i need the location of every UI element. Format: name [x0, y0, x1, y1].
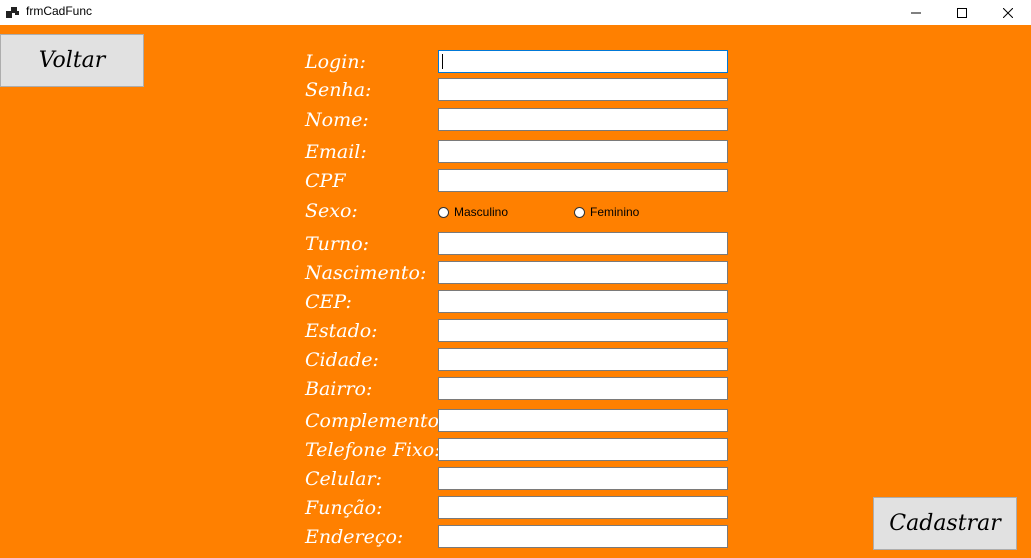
estado-label: Estado: [305, 320, 378, 342]
endereco-input[interactable] [438, 525, 728, 548]
nascimento-input[interactable] [438, 261, 728, 284]
estado-input[interactable] [438, 319, 728, 342]
feminino-radio[interactable]: Feminino [574, 205, 639, 219]
senha-input[interactable] [438, 78, 728, 101]
telefone-fixo-input[interactable] [438, 438, 728, 461]
maximize-icon [957, 7, 967, 18]
radio-circle [574, 206, 585, 218]
minimize-icon [911, 12, 921, 13]
email-label: Email: [305, 141, 367, 163]
turno-input[interactable] [438, 232, 728, 255]
cep-label: CEP: [305, 291, 352, 313]
nascimento-label: Nascimento: [305, 262, 427, 284]
login-input[interactable] [438, 50, 728, 73]
funcao-input[interactable] [438, 496, 728, 519]
close-icon [1003, 7, 1013, 18]
nome-label: Nome: [305, 109, 369, 131]
cpf-label: CPF [305, 170, 346, 192]
endereco-label: Endereço: [305, 526, 404, 548]
masculino-radio[interactable]: Masculino [438, 205, 508, 219]
cidade-input[interactable] [438, 348, 728, 371]
voltar-button[interactable]: Voltar [0, 34, 144, 87]
email-input[interactable] [438, 140, 728, 163]
celular-label: Celular: [305, 468, 382, 490]
cep-input[interactable] [438, 290, 728, 313]
login-label: Login: [305, 51, 366, 73]
bairro-input[interactable] [438, 377, 728, 400]
bairro-label: Bairro: [305, 378, 373, 400]
complemento-input[interactable] [438, 409, 728, 432]
close-button[interactable] [985, 0, 1031, 25]
nome-input[interactable] [438, 108, 728, 131]
funcao-label: Função: [305, 497, 383, 519]
complemento-label: Complemento: [305, 410, 446, 432]
window-title: frmCadFunc [26, 4, 93, 18]
app-icon [6, 7, 19, 18]
maximize-button[interactable] [939, 0, 985, 25]
cpf-input[interactable] [438, 169, 728, 192]
text-caret [442, 54, 443, 69]
masculino-label: Masculino [454, 205, 509, 219]
feminino-label: Feminino [590, 205, 640, 219]
minimize-button[interactable] [893, 0, 939, 25]
senha-label: Senha: [305, 79, 372, 101]
radio-circle [438, 206, 449, 218]
cidade-label: Cidade: [305, 349, 379, 371]
cadastrar-button[interactable]: Cadastrar [873, 497, 1017, 550]
telefone-fixo-label: Telefone Fixo: [305, 439, 441, 461]
sexo-label: Sexo: [305, 200, 358, 222]
title-bar: frmCadFunc [0, 0, 1031, 25]
turno-label: Turno: [305, 233, 370, 255]
celular-input[interactable] [438, 467, 728, 490]
